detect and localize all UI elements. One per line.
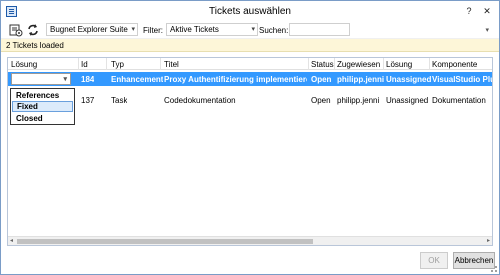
cell-component: VisualStudio Plugi bbox=[432, 75, 492, 84]
cell-title: Proxy Authentifizierung implementieren. bbox=[164, 75, 307, 84]
project-select-value: Bugnet Explorer Suite bbox=[50, 25, 128, 34]
horizontal-scrollbar[interactable]: ◂ ▸ bbox=[8, 236, 492, 245]
cell-type: Enhancement bbox=[111, 75, 164, 84]
cell-assigned: philipp.jenni bbox=[337, 75, 385, 84]
status-text: 2 Tickets loaded bbox=[6, 41, 64, 50]
search-input[interactable] bbox=[289, 23, 350, 36]
settings-button[interactable] bbox=[9, 23, 23, 37]
tickets-grid[interactable]: Lösung Id Typ Titel Status Zugewiesen Lö… bbox=[7, 57, 493, 246]
resize-grip[interactable] bbox=[491, 266, 497, 272]
column-separator[interactable] bbox=[160, 58, 161, 70]
resolution-cell-editor[interactable]: ▾ bbox=[11, 73, 71, 85]
column-header-typ[interactable]: Typ bbox=[111, 60, 124, 69]
cell-type: Task bbox=[111, 96, 128, 105]
title-bar[interactable]: Tickets auswählen ? ✕ bbox=[1, 1, 499, 21]
column-header-status[interactable]: Status bbox=[311, 60, 334, 69]
cell-status: Open bbox=[311, 75, 332, 84]
filter-select-value: Aktive Tickets bbox=[170, 25, 219, 34]
window-title: Tickets auswählen bbox=[209, 6, 291, 17]
toolbar: Bugnet Explorer Suite ▾ Filter: Aktive T… bbox=[1, 21, 499, 39]
column-separator[interactable] bbox=[308, 58, 309, 70]
column-separator[interactable] bbox=[429, 58, 430, 70]
refresh-button[interactable] bbox=[26, 23, 40, 37]
dropdown-item-closed[interactable]: Closed bbox=[12, 113, 73, 124]
grid-header: Lösung Id Typ Titel Status Zugewiesen Lö… bbox=[8, 58, 492, 70]
column-header-loesung-2[interactable]: Lösung bbox=[386, 60, 412, 69]
column-header-loesung[interactable]: Lösung bbox=[11, 60, 37, 69]
refresh-icon bbox=[28, 24, 38, 36]
cell-id: 137 bbox=[81, 96, 95, 105]
column-header-zugewiesen[interactable]: Zugewiesen bbox=[337, 60, 380, 69]
dropdown-item-fixed[interactable]: Fixed bbox=[12, 101, 73, 112]
filter-select[interactable]: Aktive Tickets ▾ bbox=[166, 23, 258, 36]
scroll-right-icon[interactable]: ▸ bbox=[487, 237, 490, 245]
cancel-button[interactable]: Abbrechen bbox=[453, 252, 495, 269]
cell-title: Codedokumentation bbox=[164, 96, 236, 105]
cell-resolution: Unassigned bbox=[386, 96, 429, 105]
help-button[interactable]: ? bbox=[461, 4, 477, 18]
column-separator[interactable] bbox=[106, 58, 107, 70]
chevron-down-icon: ▾ bbox=[63, 76, 67, 83]
cell-status: Open bbox=[311, 96, 331, 105]
column-header-komponente[interactable]: Komponente bbox=[432, 60, 477, 69]
close-button[interactable]: ✕ bbox=[479, 4, 495, 18]
scrollbar-thumb[interactable] bbox=[17, 239, 313, 244]
cell-component: Dokumentation bbox=[432, 96, 486, 105]
column-separator[interactable] bbox=[78, 58, 79, 70]
table-row[interactable]: ▾ 184 Enhancement Proxy Authentifizierun… bbox=[8, 72, 492, 86]
column-separator[interactable] bbox=[334, 58, 335, 70]
cell-resolution: Unassigned bbox=[386, 75, 432, 84]
search-label: Suchen: bbox=[259, 26, 289, 35]
scroll-left-icon[interactable]: ◂ bbox=[10, 237, 13, 245]
toolbar-overflow-icon[interactable]: ▾ bbox=[485, 26, 489, 34]
column-header-id[interactable]: Id bbox=[81, 60, 88, 69]
table-row[interactable]: 137 Task Codedokumentation Open philipp.… bbox=[8, 93, 492, 107]
cell-assigned: philipp.jenni bbox=[337, 96, 380, 105]
database-settings-icon bbox=[9, 24, 23, 37]
column-separator[interactable] bbox=[383, 58, 384, 70]
status-bar: 2 Tickets loaded bbox=[1, 39, 499, 52]
resolution-dropdown: References Fixed Closed bbox=[10, 88, 75, 125]
dropdown-item-references[interactable]: References bbox=[12, 90, 73, 101]
filter-label: Filter: bbox=[143, 26, 163, 35]
project-select[interactable]: Bugnet Explorer Suite ▾ bbox=[46, 23, 138, 36]
ok-button[interactable]: OK bbox=[420, 252, 448, 269]
cell-id: 184 bbox=[81, 75, 95, 84]
chevron-down-icon: ▾ bbox=[251, 26, 255, 33]
dialog-window: Tickets auswählen ? ✕ Bugnet Explorer Su… bbox=[0, 0, 500, 275]
chevron-down-icon: ▾ bbox=[131, 26, 135, 33]
column-header-titel[interactable]: Titel bbox=[164, 60, 179, 69]
